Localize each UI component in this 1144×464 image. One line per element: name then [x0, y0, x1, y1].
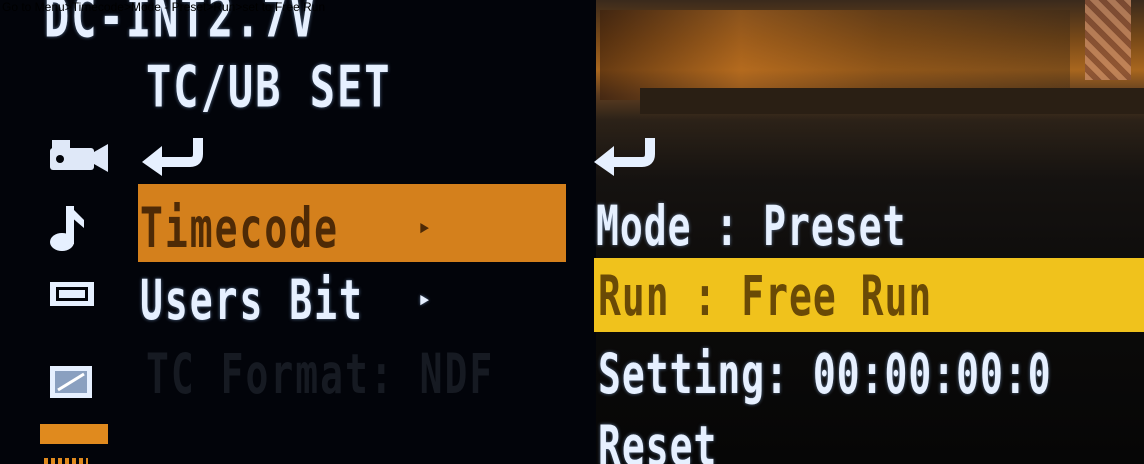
menu-item-timecode[interactable]: Timecode: [140, 196, 339, 260]
menu-item-users-bit[interactable]: Users Bit: [140, 268, 364, 332]
run-row[interactable]: Run : Free Run: [598, 264, 932, 328]
users-bit-arrow: ▸: [418, 284, 434, 314]
mode-row[interactable]: Mode : Preset: [596, 194, 906, 258]
background-rope: [1085, 0, 1131, 80]
return-arrow-icon[interactable]: [592, 132, 662, 176]
battery-icon: [40, 424, 108, 444]
menu-item-tc-format: TC Format: NDF: [146, 342, 495, 406]
menu-title: TC/UB SET: [146, 54, 392, 121]
background-wood: [600, 10, 1070, 100]
setting-row[interactable]: Setting: 00:00:00:0: [598, 342, 1052, 406]
film-strip-icon: [48, 280, 96, 308]
background-beam: [640, 88, 1144, 114]
camera-menu-screen: DC-INT2.7V TC/UB SET Timecode ▸ Users Bi…: [0, 0, 1144, 464]
music-note-icon: [46, 200, 90, 252]
return-arrow-icon[interactable]: [140, 132, 210, 176]
scroll-indicator-icon: [44, 452, 88, 464]
reset-row[interactable]: Reset: [598, 414, 717, 464]
camera-icon: [46, 134, 110, 174]
caption-text: Go to Menu>Timecode>Mode - Preset>Run>se…: [2, 0, 326, 14]
timecode-arrow: ▸: [418, 212, 434, 242]
display-icon: [48, 364, 94, 400]
